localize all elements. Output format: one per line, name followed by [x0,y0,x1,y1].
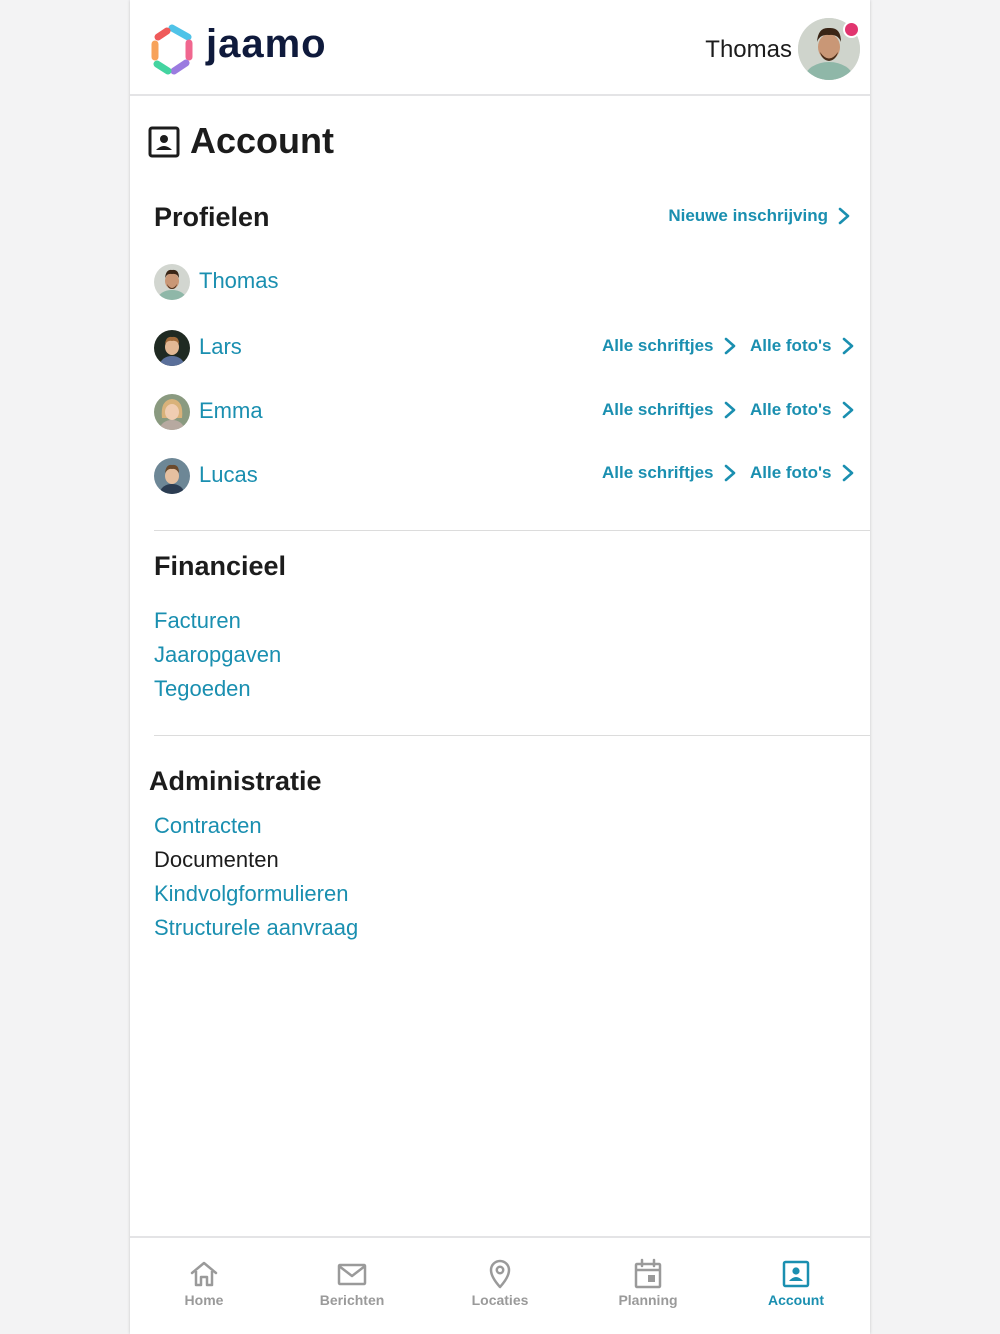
all-photos-link-lars[interactable]: Alle foto's [750,336,854,356]
tab-messages[interactable]: Berichten [278,1238,426,1334]
profile-name[interactable]: Lucas [199,462,258,488]
account-icon [782,1260,810,1288]
account-card-icon [148,126,180,158]
section-divider [154,530,870,531]
profile-name[interactable]: Thomas [199,268,278,294]
all-writings-link-emma[interactable]: Alle schriftjes [602,400,736,420]
chevron-right-icon [724,401,735,419]
tab-label: Planning [618,1292,678,1308]
all-writings-label: Alle schriftjes [602,400,714,419]
chevron-right-icon [842,401,853,419]
chevron-right-icon [724,464,735,482]
home-icon [190,1261,218,1287]
page-title: Account [190,120,334,161]
new-enrollment-link[interactable]: Nieuwe inschrijving [668,206,850,226]
header: jaamo Thomas [130,0,870,96]
profile-name[interactable]: Lars [199,334,242,360]
chevron-right-icon [842,337,853,355]
mail-icon [337,1263,367,1286]
section-divider [154,735,870,736]
tab-label: Home [184,1292,224,1308]
profile-row-lars[interactable]: Lars [154,328,854,368]
calendar-icon [634,1258,662,1289]
all-photos-label: Alle foto's [750,400,832,419]
profile-name[interactable]: Emma [199,398,263,424]
app-window: jaamo Thomas Account Profielen Nieuwe in… [130,0,870,1334]
annual-statements-link[interactable]: Jaaropgaven [154,642,281,668]
new-enrollment-label: Nieuwe inschrijving [668,206,828,225]
profile-row-lucas[interactable]: Lucas [154,456,854,496]
bottom-tab-bar: Home Berichten Locaties Planning Account [130,1236,870,1334]
all-writings-label: Alle schriftjes [602,336,714,355]
brand-name: jaamo [206,22,327,66]
child-tracking-forms-link[interactable]: Kindvolgformulieren [154,881,348,907]
documents-item[interactable]: Documenten [154,847,279,873]
location-pin-icon [489,1259,511,1289]
profile-row-emma[interactable]: Emma [154,392,854,432]
section-title-financial: Financieel [154,551,287,581]
chevron-right-icon [842,464,853,482]
all-writings-link-lucas[interactable]: Alle schriftjes [602,463,736,483]
section-title-profiles: Profielen [154,202,270,232]
profile-avatar [154,394,190,430]
all-photos-link-lucas[interactable]: Alle foto's [750,463,854,483]
tab-home[interactable]: Home [130,1238,278,1334]
tab-label: Berichten [319,1292,385,1308]
all-photos-label: Alle foto's [750,463,832,482]
tab-account[interactable]: Account [722,1238,870,1334]
jaamo-logo-icon [151,24,193,75]
tab-label: Account [768,1292,824,1308]
profile-avatar [154,264,190,300]
section-title-administration: Administratie [149,766,322,796]
tab-label: Locaties [471,1292,529,1308]
all-photos-link-emma[interactable]: Alle foto's [750,400,854,420]
all-writings-label: Alle schriftjes [602,463,714,482]
header-user-name[interactable]: Thomas [705,36,792,64]
chevron-right-icon [838,207,850,225]
tab-locations[interactable]: Locaties [426,1238,574,1334]
invoices-link[interactable]: Facturen [154,608,241,634]
chevron-right-icon [724,337,735,355]
structural-request-link[interactable]: Structurele aanvraag [154,915,358,941]
profile-avatar [154,330,190,366]
profile-row-thomas[interactable]: Thomas [154,262,854,302]
notification-dot [843,21,860,38]
contracts-link[interactable]: Contracten [154,813,262,839]
all-photos-label: Alle foto's [750,336,832,355]
profile-avatar [154,458,190,494]
all-writings-link-lars[interactable]: Alle schriftjes [602,336,736,356]
tab-planning[interactable]: Planning [574,1238,722,1334]
credits-link[interactable]: Tegoeden [154,676,251,702]
